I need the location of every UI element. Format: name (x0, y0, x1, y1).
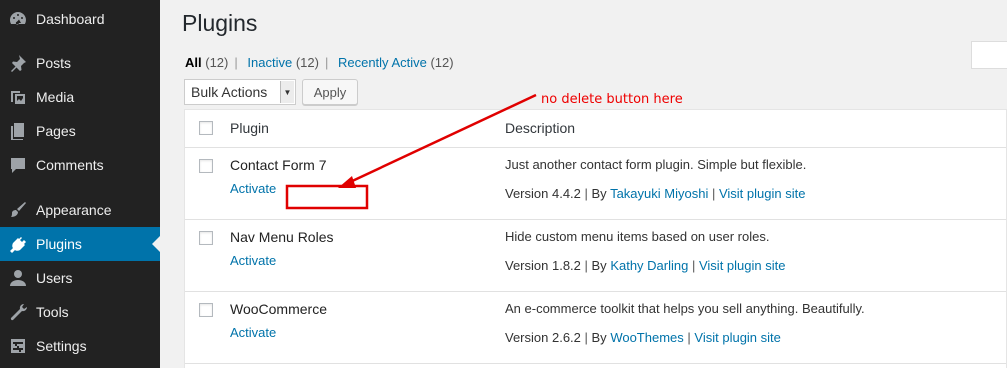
filter-all[interactable]: All (185, 55, 202, 70)
activate-link[interactable]: Activate (230, 253, 276, 268)
wrench-icon (0, 302, 36, 322)
brush-icon (0, 200, 36, 220)
sidebar-item-label: Plugins (36, 236, 82, 252)
sidebar-item-label: Settings (36, 338, 87, 354)
main-content: Plugins All (12) | Inactive (12) | Recentl… (160, 0, 1007, 368)
sidebar-item-label: Users (36, 270, 73, 286)
activate-link[interactable]: Activate (230, 181, 276, 196)
sidebar-item-label: Comments (36, 157, 104, 173)
user-icon (0, 268, 36, 288)
visit-plugin-site-link[interactable]: Visit plugin site (699, 258, 785, 273)
row-checkbox[interactable] (199, 159, 213, 173)
plugin-version: Version 2.6.2 (505, 330, 581, 345)
plugin-status-filters: All (12) | Inactive (12) | Recently Active… (185, 55, 454, 70)
sidebar-item-tools[interactable]: Tools (0, 295, 160, 329)
plugin-author-link[interactable]: Takayuki Miyoshi (610, 186, 708, 201)
sidebar-item-settings[interactable]: Settings (0, 329, 160, 363)
bulk-actions-value: Bulk Actions (191, 84, 268, 100)
table-row: WooCommerce Activate An e-commerce toolk… (185, 292, 1006, 364)
plugin-meta: Version 4.4.2 | By Takayuki Miyoshi | Vi… (505, 186, 806, 201)
table-row: Nav Menu Roles Activate Hide custom menu… (185, 220, 1006, 292)
settings-icon (0, 336, 36, 356)
visit-plugin-site-link[interactable]: Visit plugin site (694, 330, 780, 345)
plugin-name: Contact Form 7 (230, 157, 327, 173)
plugin-author-link[interactable]: Kathy Darling (610, 258, 688, 273)
sidebar-item-label: Tools (36, 304, 69, 320)
sidebar-item-plugins[interactable]: Plugins (0, 227, 160, 261)
sidebar-item-dashboard[interactable]: Dashboard (0, 2, 160, 36)
filter-recently-active-count: (12) (430, 55, 454, 70)
filter-all-count: (12) (205, 55, 229, 70)
media-icon (0, 87, 36, 107)
dashboard-icon (0, 9, 36, 29)
plugin-by: By (591, 258, 607, 273)
sidebar-item-comments[interactable]: Comments (0, 148, 160, 182)
sidebar-item-media[interactable]: Media (0, 80, 160, 114)
plugin-meta: Version 1.8.2 | By Kathy Darling | Visit… (505, 258, 786, 273)
table-row: Contact Form 7 Activate Just another con… (185, 148, 1006, 220)
pin-icon (0, 53, 36, 73)
plug-icon (0, 234, 36, 254)
search-plugins-input[interactable] (971, 41, 1007, 69)
pages-icon (0, 121, 36, 141)
sidebar-item-appearance[interactable]: Appearance (0, 193, 160, 227)
sidebar-item-label: Media (36, 89, 75, 105)
comment-icon (0, 155, 36, 175)
annotation-note: no delete button here (541, 92, 683, 107)
dropdown-arrow-icon: ▼ (280, 81, 294, 103)
column-header-description: Description (505, 120, 576, 136)
plugin-version: Version 1.8.2 (505, 258, 581, 273)
bulk-actions-select[interactable]: Bulk Actions ▼ (184, 79, 296, 105)
plugin-author-link[interactable]: WooThemes (610, 330, 683, 345)
plugin-meta: Version 2.6.2 | By WooThemes | Visit plu… (505, 330, 781, 345)
column-header-plugin: Plugin (230, 120, 269, 136)
sidebar-item-label: Dashboard (36, 11, 105, 27)
visit-plugin-site-link[interactable]: Visit plugin site (719, 186, 805, 201)
table-header: Plugin Description (185, 110, 1006, 148)
plugin-description: An e-commerce toolkit that helps you sel… (505, 301, 865, 316)
select-all-checkbox[interactable] (199, 121, 213, 135)
plugin-version: Version 4.4.2 (505, 186, 581, 201)
plugin-description: Just another contact form plugin. Simple… (505, 157, 807, 172)
sidebar-item-pages[interactable]: Pages (0, 114, 160, 148)
sidebar-item-label: Posts (36, 55, 72, 71)
activate-link[interactable]: Activate (230, 325, 276, 340)
page-title: Plugins (182, 10, 258, 36)
sidebar-item-label: Pages (36, 123, 76, 139)
plugin-by: By (591, 186, 607, 201)
plugins-table: Plugin Description Contact Form 7 Activa… (184, 109, 1007, 368)
apply-button[interactable]: Apply (302, 79, 358, 105)
admin-sidebar: Dashboard Posts Media Pages Comments App… (0, 0, 160, 368)
row-checkbox[interactable] (199, 303, 213, 317)
plugin-by: By (591, 330, 607, 345)
sidebar-item-users[interactable]: Users (0, 261, 160, 295)
plugin-description: Hide custom menu items based on user rol… (505, 229, 770, 244)
filter-inactive[interactable]: Inactive (247, 55, 292, 70)
filter-recently-active[interactable]: Recently Active (338, 55, 427, 70)
plugin-name: WooCommerce (230, 301, 327, 317)
filter-inactive-count: (12) (295, 55, 319, 70)
sidebar-item-label: Appearance (36, 202, 112, 218)
sidebar-item-posts[interactable]: Posts (0, 46, 160, 80)
plugin-name: Nav Menu Roles (230, 229, 334, 245)
row-checkbox[interactable] (199, 231, 213, 245)
